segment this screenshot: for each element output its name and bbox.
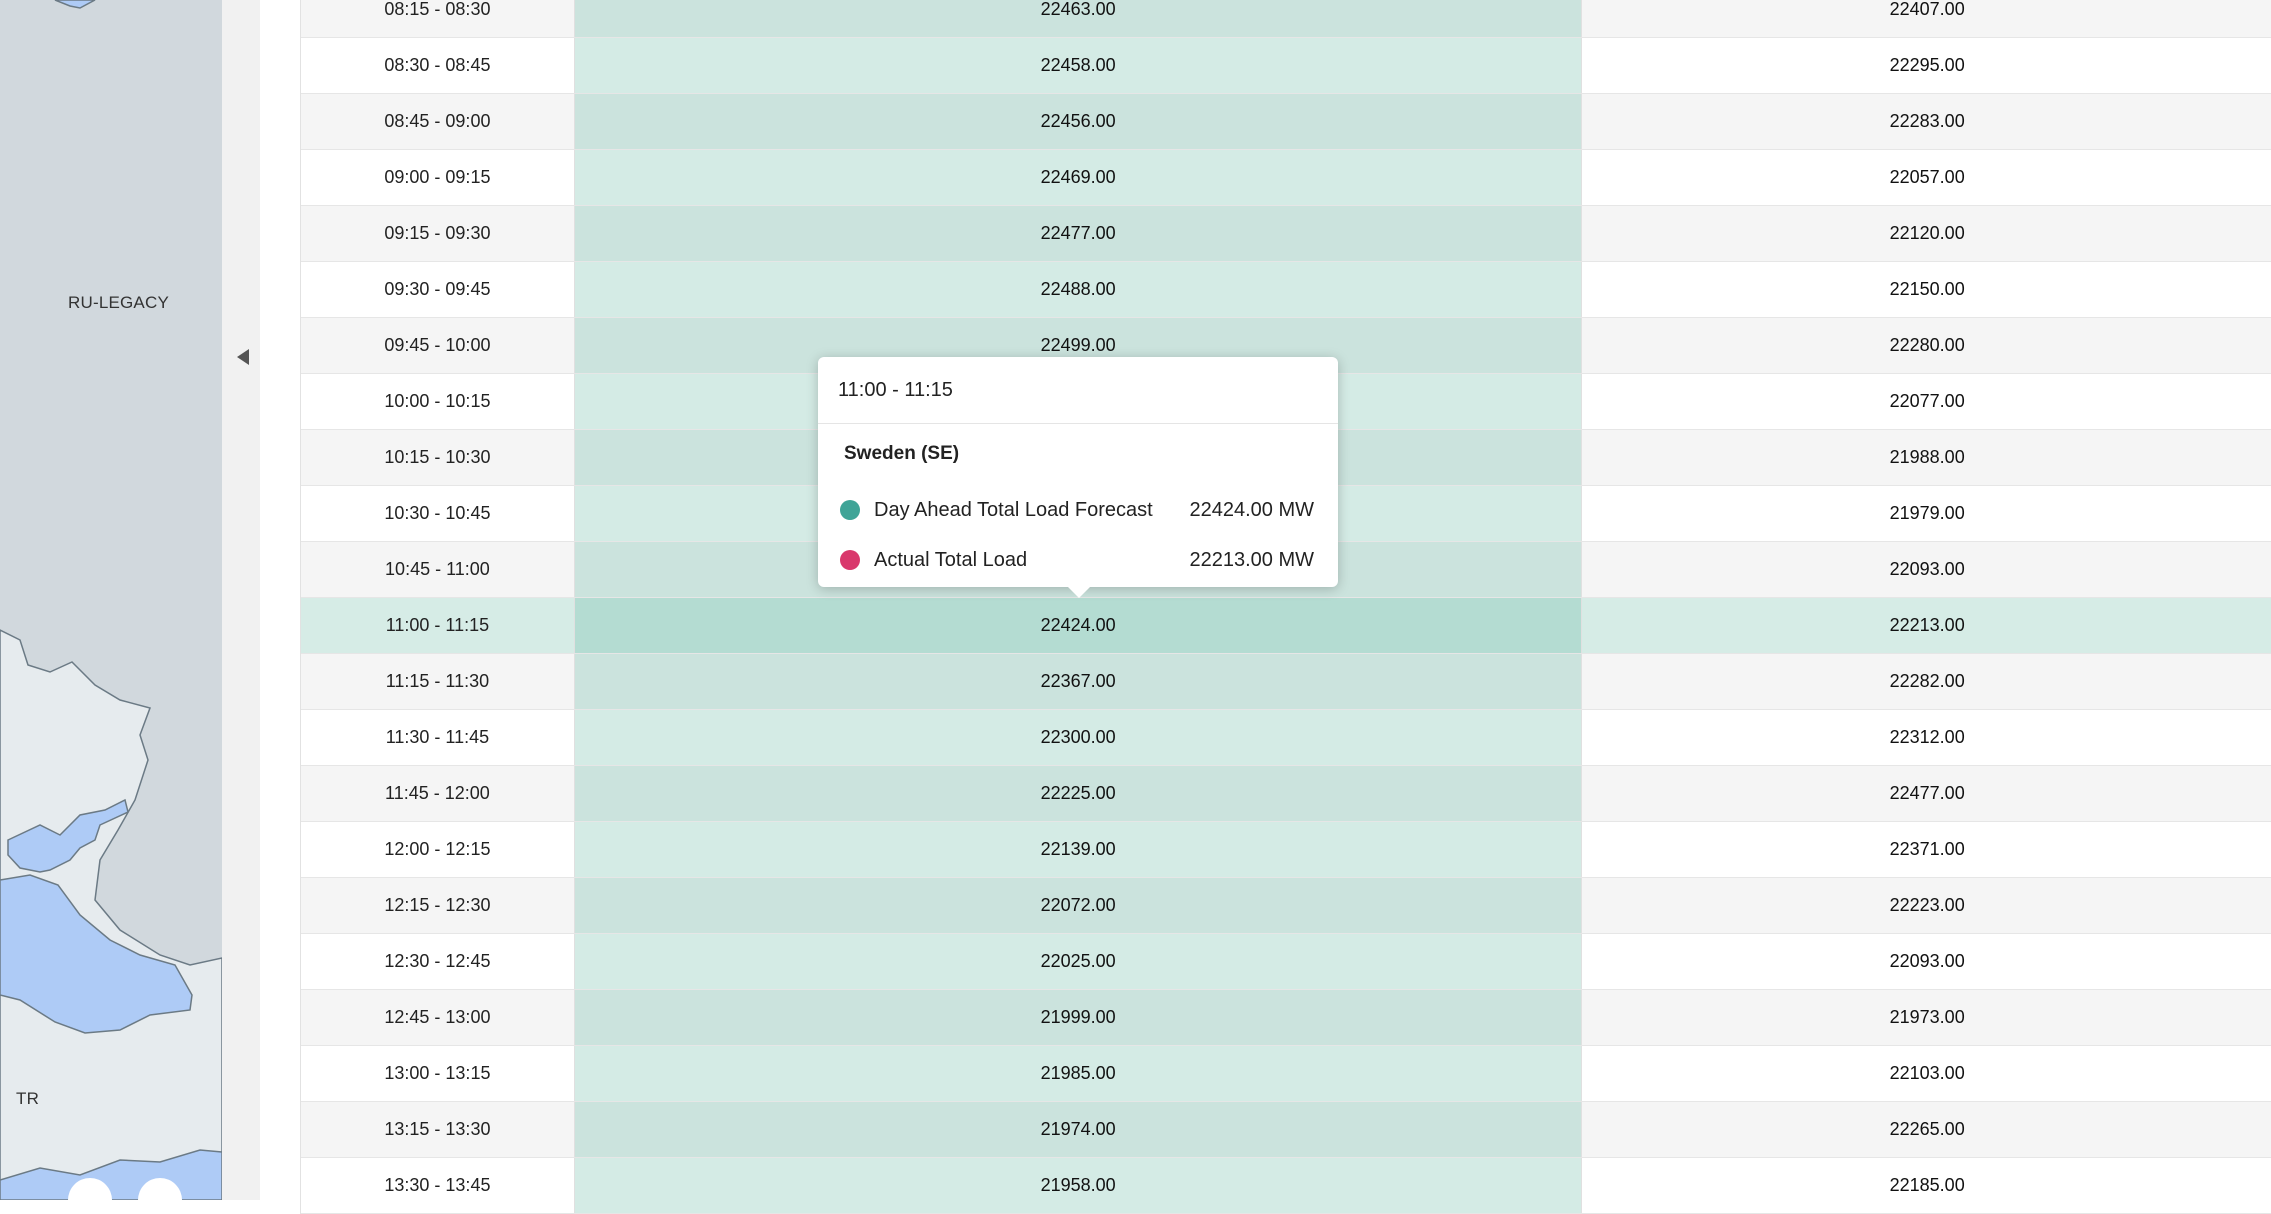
- panel-gutter-spacer: [260, 0, 300, 1200]
- table-row[interactable]: 08:30 - 08:45 22458.00 22295.00: [301, 38, 2271, 94]
- time-cell: 13:15 - 13:30: [384, 1119, 491, 1139]
- forecast-cell: 22424.00: [573, 598, 1583, 653]
- series-value: 22424.00 MW: [1189, 498, 1314, 521]
- time-cell: 08:30 - 08:45: [384, 55, 491, 75]
- table-row[interactable]: 11:45 - 12:00 22225.00 22477.00: [301, 766, 2271, 822]
- actual-cell: 22213.00: [1889, 615, 1965, 635]
- table-row[interactable]: 12:45 - 13:00 21999.00 21973.00: [301, 990, 2271, 1046]
- actual-cell: 22477.00: [1889, 783, 1965, 803]
- forecast-cell: 22225.00: [573, 766, 1583, 821]
- table-row[interactable]: 12:00 - 12:15 22139.00 22371.00: [301, 822, 2271, 878]
- series-color-dot: [840, 500, 860, 520]
- table-row[interactable]: 08:45 - 09:00 22456.00 22283.00: [301, 94, 2271, 150]
- actual-cell: 22093.00: [1889, 951, 1965, 971]
- actual-cell: 22280.00: [1889, 335, 1965, 355]
- time-cell: 11:30 - 11:45: [385, 727, 490, 747]
- actual-cell: 22120.00: [1889, 223, 1965, 243]
- forecast-cell: 22488.00: [573, 262, 1583, 317]
- actual-cell: 22312.00: [1889, 727, 1965, 747]
- table-row[interactable]: 12:15 - 12:30 22072.00 22223.00: [301, 878, 2271, 934]
- forecast-cell: 22367.00: [573, 654, 1583, 709]
- map-label-ru-legacy: RU-LEGACY: [68, 293, 169, 312]
- actual-cell: 21988.00: [1889, 447, 1965, 467]
- triangle-left-icon: [237, 349, 249, 365]
- actual-cell: 22057.00: [1889, 167, 1965, 187]
- actual-cell: 22265.00: [1889, 1119, 1965, 1139]
- time-cell: 09:15 - 09:30: [384, 223, 491, 243]
- actual-cell: 21973.00: [1889, 1007, 1965, 1027]
- table-row[interactable]: 11:15 - 11:30 22367.00 22282.00: [301, 654, 2271, 710]
- load-data-table: 08:15 - 08:30 22463.00 22407.00 08:30 - 08:…: [300, 0, 2271, 1214]
- actual-cell: 22093.00: [1889, 559, 1965, 579]
- time-cell: 11:00 - 11:15: [385, 615, 490, 635]
- table-row[interactable]: 08:15 - 08:30 22463.00 22407.00: [301, 0, 2271, 38]
- map-panel[interactable]: RU-LEGACY TR: [0, 0, 222, 1200]
- time-cell: 08:45 - 09:00: [384, 111, 491, 131]
- tooltip-title: 11:00 - 11:15: [818, 357, 1338, 424]
- time-cell: 11:15 - 11:30: [385, 671, 490, 691]
- time-cell: 09:30 - 09:45: [384, 279, 491, 299]
- time-cell: 12:15 - 12:30: [384, 895, 491, 915]
- table-row[interactable]: 11:30 - 11:45 22300.00 22312.00: [301, 710, 2271, 766]
- forecast-cell: 22458.00: [573, 38, 1583, 93]
- time-cell: 12:30 - 12:45: [384, 951, 491, 971]
- actual-cell: 22282.00: [1889, 671, 1965, 691]
- series-value: 22213.00 MW: [1189, 548, 1314, 571]
- map-shapes[interactable]: [0, 0, 222, 1200]
- time-cell: 13:00 - 13:15: [384, 1063, 491, 1083]
- actual-cell: 22223.00: [1889, 895, 1965, 915]
- forecast-cell: 22139.00: [573, 822, 1583, 877]
- actual-cell: 22077.00: [1889, 391, 1965, 411]
- time-cell: 09:45 - 10:00: [384, 335, 491, 355]
- forecast-cell: 21985.00: [573, 1046, 1583, 1101]
- time-cell: 10:00 - 10:15: [384, 391, 491, 411]
- series-name: Actual Total Load: [874, 548, 1028, 571]
- tooltip-country: Sweden (SE): [844, 443, 960, 464]
- actual-cell: 22295.00: [1889, 55, 1965, 75]
- actual-cell: 22103.00: [1889, 1063, 1965, 1083]
- forecast-cell: 22463.00: [573, 0, 1583, 37]
- time-cell: 11:45 - 12:00: [385, 783, 490, 803]
- actual-cell: 21979.00: [1889, 503, 1965, 523]
- collapse-panel-button[interactable]: [232, 344, 254, 370]
- tooltip-series-forecast: Day Ahead Total Load Forecast 22424.00 M…: [840, 495, 1314, 525]
- table-row[interactable]: 11:00 - 11:15 22424.00 22213.00: [301, 598, 2271, 654]
- table-row[interactable]: 09:15 - 09:30 22477.00 22120.00: [301, 206, 2271, 262]
- table-row[interactable]: 12:30 - 12:45 22025.00 22093.00: [301, 934, 2271, 990]
- forecast-cell: 22456.00: [573, 94, 1583, 149]
- table-row[interactable]: 13:15 - 13:30 21974.00 22265.00: [301, 1102, 2271, 1158]
- actual-cell: 22185.00: [1889, 1175, 1965, 1195]
- chart-tooltip: 11:00 - 11:15 Sweden (SE) Day Ahead Tota…: [818, 357, 1338, 598]
- tooltip-series-actual: Actual Total Load 22213.00 MW: [840, 545, 1314, 575]
- table-row[interactable]: 09:30 - 09:45 22488.00 22150.00: [301, 262, 2271, 318]
- forecast-cell: 22072.00: [573, 878, 1583, 933]
- time-cell: 08:15 - 08:30: [384, 0, 491, 19]
- actual-cell: 22371.00: [1889, 839, 1965, 859]
- table-row[interactable]: 13:30 - 13:45 21958.00 22185.00: [301, 1158, 2271, 1214]
- forecast-cell: 21974.00: [573, 1102, 1583, 1157]
- forecast-cell: 22477.00: [573, 206, 1583, 261]
- table-row[interactable]: 09:00 - 09:15 22469.00 22057.00: [301, 150, 2271, 206]
- map-label-tr: TR: [16, 1089, 40, 1108]
- time-cell: 12:45 - 13:00: [384, 1007, 491, 1027]
- forecast-cell: 22469.00: [573, 150, 1583, 205]
- forecast-cell: 21999.00: [573, 990, 1583, 1045]
- forecast-cell: 22300.00: [573, 710, 1583, 765]
- actual-cell: 22407.00: [1889, 0, 1965, 19]
- forecast-cell: 21958.00: [573, 1158, 1583, 1213]
- series-name: Day Ahead Total Load Forecast: [874, 498, 1153, 521]
- actual-cell: 22150.00: [1889, 279, 1965, 299]
- time-cell: 12:00 - 12:15: [384, 839, 491, 859]
- time-cell: 10:45 - 11:00: [385, 559, 490, 579]
- time-cell: 10:15 - 10:30: [384, 447, 491, 467]
- time-cell: 09:00 - 09:15: [384, 167, 491, 187]
- time-cell: 13:30 - 13:45: [384, 1175, 491, 1195]
- table-row[interactable]: 13:00 - 13:15 21985.00 22103.00: [301, 1046, 2271, 1102]
- forecast-cell: 22025.00: [573, 934, 1583, 989]
- time-cell: 10:30 - 10:45: [384, 503, 491, 523]
- actual-cell: 22283.00: [1889, 111, 1965, 131]
- series-color-dot: [840, 550, 860, 570]
